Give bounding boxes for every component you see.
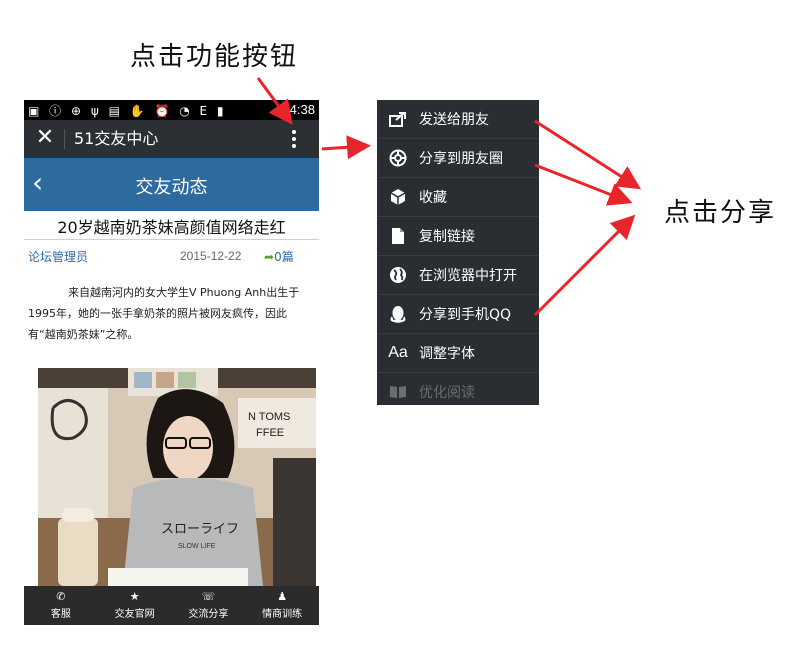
- tab-label: 交流分享: [188, 609, 229, 620]
- photo-sign-text-2: FFEE: [256, 427, 284, 439]
- tab-label: 情商训练: [262, 609, 303, 620]
- font-size-icon: Aa: [388, 344, 408, 361]
- wechat-menu-popup: 发送给朋友 分享到朋友圈 收藏 复制链接 在浏览器中打开 分享到手机QQ Aa …: [377, 100, 539, 405]
- tab-eq-training[interactable]: ♟ 情商训练: [245, 586, 319, 625]
- chat-icon: ☏: [201, 590, 216, 603]
- tab-label: 客服: [50, 609, 71, 620]
- status-time: 14:38: [282, 102, 315, 117]
- bottom-tab-bar: ✆ 客服 ★ 交友官网 ☏ 交流分享 ♟ 情商训练: [24, 586, 319, 625]
- copy-link-icon: [377, 227, 419, 245]
- photo-shirt-text: スローライフ: [161, 522, 239, 537]
- reading-book-icon: [377, 385, 419, 399]
- menu-item-label: 在浏览器中打开: [419, 268, 517, 284]
- menu-item-optimize-reading[interactable]: 优化阅读: [377, 373, 539, 405]
- send-to-friend-icon: [377, 111, 419, 127]
- annotation-click-menu-button: 点击功能按钮: [130, 42, 299, 72]
- menu-item-label: 发送给朋友: [419, 112, 489, 128]
- site-header-title: 交友动态: [135, 177, 208, 198]
- article-author-link[interactable]: 论坛管理员: [28, 248, 88, 265]
- phone-screen: ▣ ⓘ ⊕ ψ ▤ ✋ ⏰ ◔ E ▮ 14:38 ✕ 51交友中心 ‹ 交友动…: [24, 100, 319, 625]
- share-count-link[interactable]: ➦0篇: [264, 248, 294, 265]
- menu-item-label: 调整字体: [419, 346, 475, 362]
- more-vertical-icon[interactable]: [286, 124, 302, 154]
- tab-exchange-share[interactable]: ☏ 交流分享: [172, 586, 246, 625]
- article-photo: N TOMS FFEE スローライフ SLOW LIFE: [38, 368, 316, 586]
- share-arrow-icon: ➦: [264, 250, 275, 264]
- status-bar: ▣ ⓘ ⊕ ψ ▤ ✋ ⏰ ◔ E ▮ 14:38: [24, 100, 319, 120]
- arrow-moments-to-share: [534, 119, 642, 190]
- site-header: ‹ 交友动态: [24, 158, 319, 211]
- article-date: 2015-12-22: [180, 249, 242, 263]
- menu-item-open-in-browser[interactable]: 在浏览器中打开: [377, 256, 539, 295]
- share-count: 0篇: [274, 250, 294, 264]
- tab-label: 交友官网: [114, 609, 155, 620]
- photo-sign-text: N TOMS: [248, 411, 290, 423]
- wechat-page-title: 51交友中心: [74, 129, 159, 148]
- close-icon[interactable]: ✕: [34, 126, 56, 150]
- annotation-click-share: 点击分享: [664, 198, 777, 228]
- menu-item-label: 分享到朋友圈: [419, 151, 503, 167]
- divider: [64, 129, 65, 149]
- moments-icon: [377, 149, 419, 167]
- arrow-qq-to-share: [533, 214, 636, 317]
- menu-item-adjust-font[interactable]: Aa 调整字体: [377, 334, 539, 373]
- article-title: 20岁越南奶茶妹高颜值网络走红: [57, 218, 286, 237]
- arrow-phone-to-menu: [321, 135, 371, 160]
- arrow-moments-to-share-2: [534, 163, 633, 206]
- photo-shirt-subtext: SLOW LIFE: [178, 543, 216, 550]
- article-body: 来自越南河内的女大学生V Phuong Anh出生于1995年，她的一张手拿奶茶…: [28, 286, 300, 341]
- menu-item-label: 收藏: [419, 190, 447, 206]
- qq-icon: [377, 305, 419, 323]
- menu-item-favorite[interactable]: 收藏: [377, 178, 539, 217]
- menu-item-label: 优化阅读: [419, 385, 475, 401]
- tab-official-site[interactable]: ★ 交友官网: [98, 586, 172, 625]
- menu-item-send-to-friend[interactable]: 发送给朋友: [377, 100, 539, 139]
- tab-customer-service[interactable]: ✆ 客服: [24, 586, 98, 625]
- menu-item-share-moments[interactable]: 分享到朋友圈: [377, 139, 539, 178]
- menu-item-label: 复制链接: [419, 229, 475, 245]
- divider: [24, 239, 319, 240]
- menu-item-label: 分享到手机QQ: [419, 307, 512, 323]
- browser-globe-icon: [377, 266, 419, 284]
- favorite-cube-icon: [377, 188, 419, 206]
- menu-item-share-qq[interactable]: 分享到手机QQ: [377, 295, 539, 334]
- phone-icon: ✆: [56, 590, 66, 603]
- status-icons: ▣ ⓘ ⊕ ψ ▤ ✋ ⏰ ◔ E ▮: [28, 104, 227, 118]
- wechat-top-bar: ✕ 51交友中心: [24, 120, 319, 158]
- person-icon: ♟: [277, 590, 288, 603]
- star-icon: ★: [129, 590, 140, 603]
- menu-item-copy-link[interactable]: 复制链接: [377, 217, 539, 256]
